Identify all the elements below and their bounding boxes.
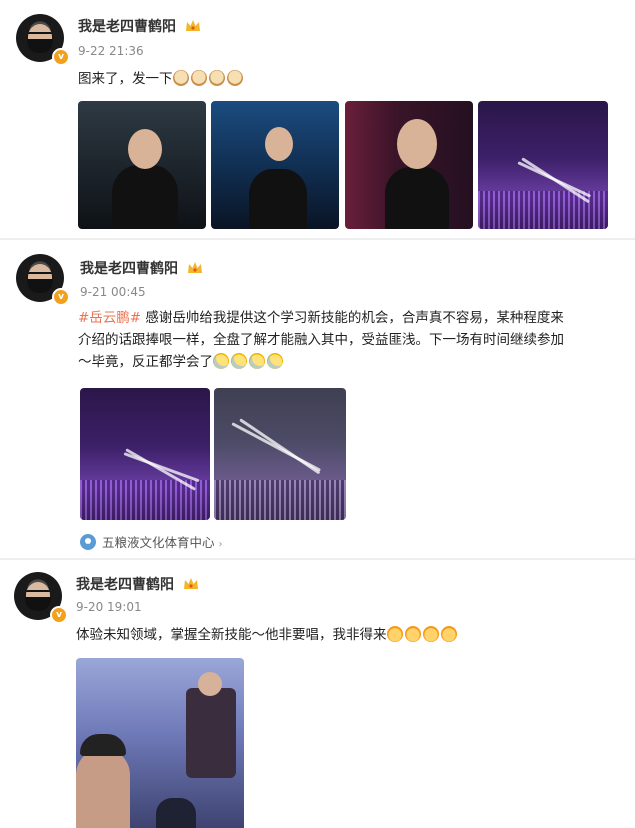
post-text: 图来了，发一下 xyxy=(78,68,245,90)
post-text-line-1: #岳云鹏# 感谢岳帅给我提供这个学习新技能的机会，合声真不容易，某种程度来 xyxy=(78,307,628,329)
crown-icon xyxy=(185,20,200,31)
post-text-segment: 感谢岳帅给我提供这个学习新技能的机会，合声真不容易，某种程度来 xyxy=(141,310,564,326)
sweat-emoji-icon xyxy=(213,353,229,369)
photo-thumbnail[interactable] xyxy=(345,101,473,229)
doge-emoji-icon xyxy=(208,70,225,86)
sweat-emoji-icon xyxy=(231,353,247,369)
post-1: v 我是老四曹鹤阳 9-22 21:36 图来了，发一下 xyxy=(0,0,635,238)
doge-emoji-icon xyxy=(172,70,189,86)
post-text-line-3: ～毕竟，反正都学会了 xyxy=(78,351,628,373)
post-text-segment: ～毕竟，反正都学会了 xyxy=(78,354,213,370)
author-name[interactable]: 我是老四曹鹤阳 xyxy=(76,574,199,594)
post-text-body: 图来了，发一下 xyxy=(78,71,173,87)
post-text-body: 体验未知领域，掌握全新技能～他非要唱，我非得来 xyxy=(76,627,387,643)
sweat-emoji-icon xyxy=(249,353,265,369)
photo-thumbnail[interactable] xyxy=(78,101,206,229)
hashtag-link[interactable]: #岳云鹏# xyxy=(78,310,141,326)
verified-badge-icon: v xyxy=(50,606,68,624)
doge-emoji-icon xyxy=(226,70,243,86)
post-text: #岳云鹏# 感谢岳帅给我提供这个学习新技能的机会，合声真不容易，某种程度来 介绍… xyxy=(78,307,628,373)
photo-thumbnail[interactable] xyxy=(80,388,210,520)
angry-emoji-icon xyxy=(404,626,421,642)
photo-thumbnail[interactable] xyxy=(214,388,346,520)
post-text-line-2: 介绍的话跟捧哏一样，全盘了解才能融入其中，受益匪浅。下一场有时间继续参加 xyxy=(78,332,564,348)
author-name[interactable]: 我是老四曹鹤阳 xyxy=(78,16,201,36)
sweat-emoji-icon xyxy=(267,353,283,369)
post-time: 9-20 19:01 xyxy=(76,600,142,614)
angry-emoji-icon xyxy=(440,626,457,642)
author-name-text[interactable]: 我是老四曹鹤阳 xyxy=(80,261,178,277)
author-name-text[interactable]: 我是老四曹鹤阳 xyxy=(76,577,174,593)
photo-thumbnail[interactable] xyxy=(76,658,244,828)
verified-badge-icon: v xyxy=(52,48,70,66)
angry-emoji-icon xyxy=(386,626,403,642)
post-time: 9-22 21:36 xyxy=(78,44,144,58)
location-pin-icon xyxy=(80,534,96,550)
post-text: 体验未知领域，掌握全新技能～他非要唱，我非得来 xyxy=(76,624,459,646)
doge-emoji-icon xyxy=(190,70,207,86)
author-name[interactable]: 我是老四曹鹤阳 xyxy=(80,258,203,278)
chevron-right-icon: › xyxy=(218,539,223,550)
photo-thumbnail[interactable] xyxy=(211,101,339,229)
post-3: v 我是老四曹鹤阳 9-20 19:01 体验未知领域，掌握全新技能～他非要唱，… xyxy=(0,560,635,828)
post-2: v 我是老四曹鹤阳 9-21 00:45 #岳云鹏# 感谢岳帅给我提供这个学习新… xyxy=(0,240,635,558)
location-name[interactable]: 五粮液文化体育中心 xyxy=(102,535,215,550)
crown-icon xyxy=(187,262,202,273)
post-time: 9-21 00:45 xyxy=(80,285,146,299)
location-tag[interactable]: 五粮液文化体育中心 › xyxy=(80,532,223,551)
angry-emoji-icon xyxy=(422,626,439,642)
photo-thumbnail[interactable] xyxy=(478,101,608,229)
author-name-text[interactable]: 我是老四曹鹤阳 xyxy=(78,19,176,35)
crown-icon xyxy=(183,578,198,589)
verified-badge-icon: v xyxy=(52,288,70,306)
